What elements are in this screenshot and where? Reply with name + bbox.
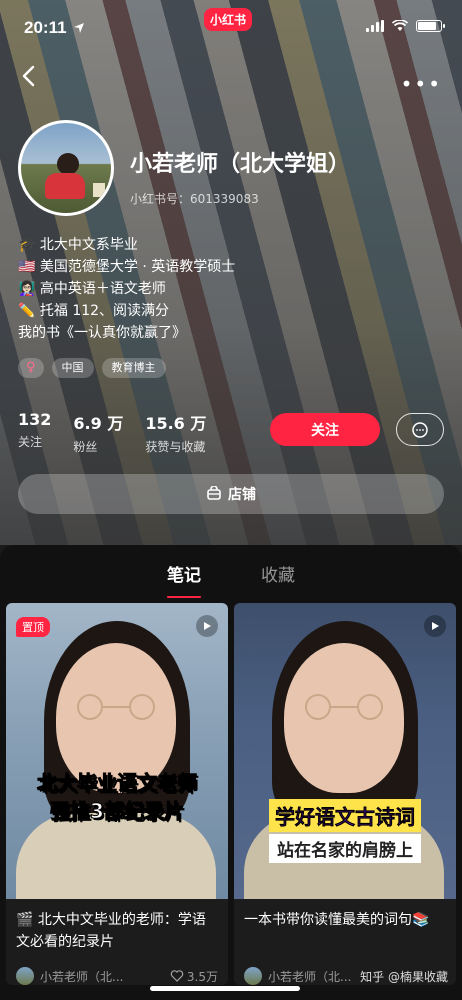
note-cover-image: 学好语文古诗词 站在名家的肩膀上 [234, 603, 456, 899]
tab-notes[interactable]: 笔记 [165, 561, 203, 598]
stat-following[interactable]: 132 关注 [18, 410, 51, 455]
battery-icon [416, 20, 445, 32]
chat-bubble-icon [412, 421, 428, 438]
pinned-badge: 置顶 [16, 617, 50, 637]
like-count[interactable]: 3.5万 [170, 968, 218, 985]
cover-caption-line: 北大毕业语文老师 [37, 771, 198, 796]
tab-bar: 笔记 收藏 [0, 545, 462, 601]
notes-panel: 笔记 收藏 北大毕业语文老师 强推3部纪录片 置顶 🎬 北大中文毕业的老师：学语… [0, 545, 462, 1000]
author-name: 小若老师（北... [40, 969, 124, 984]
note-card[interactable]: 学好语文古诗词 站在名家的肩膀上 一本书带你读懂最美的词句📚 小若老师（北... [234, 603, 456, 985]
stat-followers[interactable]: 6.9 万 粉丝 [73, 410, 123, 455]
red-id[interactable]: 小红书号：601339083 [130, 190, 259, 207]
bio-line: 🎓 北大中文系毕业 [18, 237, 138, 253]
note-cover-image: 北大毕业语文老师 强推3部纪录片 置顶 [6, 603, 228, 899]
category-tag: 教育博主 [101, 358, 166, 378]
status-time: 20:11 [24, 18, 67, 37]
avatar[interactable] [18, 120, 114, 216]
message-button[interactable] [396, 413, 444, 446]
profile-stats: 132 关注 6.9 万 粉丝 15.6 万 获赞与收藏 [18, 410, 206, 455]
cover-caption: 学好语文古诗词 站在名家的肩膀上 [238, 799, 452, 863]
note-title: 一本书带你读懂最美的词句📚 [244, 912, 430, 928]
stat-label: 粉丝 [73, 440, 98, 454]
author-avatar [244, 967, 262, 985]
stat-likes-collects[interactable]: 15.6 万 获赞与收藏 [145, 410, 206, 455]
app-badge: 小红书 [204, 8, 253, 31]
author-avatar [16, 967, 34, 985]
stat-label: 获赞与收藏 [145, 440, 206, 454]
more-options-icon[interactable]: ••• [401, 72, 442, 96]
video-play-icon [424, 615, 446, 637]
like-count-value: 3.5万 [186, 969, 218, 984]
note-card[interactable]: 北大毕业语文老师 强推3部纪录片 置顶 🎬 北大中文毕业的老师：学语文必看的纪录… [6, 603, 228, 985]
location-tag: 中国 [51, 358, 94, 378]
cover-caption-line: 强推3部纪录片 [50, 799, 185, 824]
shop-label: 店铺 [228, 487, 256, 503]
author-name: 小若老师（北... [268, 969, 352, 984]
bio-line: ✏️ 托福 112、阅读满分 [18, 303, 170, 319]
back-arrow-icon[interactable] [18, 64, 42, 88]
bio-line: 👩🏻‍🏫 高中英语＋语文老师 [18, 281, 166, 297]
location-arrow-icon [73, 23, 84, 33]
profile-bio: 🎓 北大中文系毕业 🇺🇸 美国范德堡大学 · 英语教学硕士 👩🏻‍🏫 高中英语＋… [18, 234, 235, 344]
stat-value: 15.6 万 [145, 414, 207, 433]
follow-button[interactable]: 关注 [270, 413, 380, 446]
gender-tag: ♀ [18, 358, 44, 378]
heart-icon [170, 970, 184, 982]
stat-label: 关注 [18, 435, 43, 449]
status-indicators [366, 20, 445, 32]
shop-button[interactable]: 店铺 [18, 474, 444, 514]
note-title: 🎬 北大中文毕业的老师：学语文必看的纪录片 [16, 912, 206, 950]
notes-grid: 北大毕业语文老师 强推3部纪录片 置顶 🎬 北大中文毕业的老师：学语文必看的纪录… [6, 603, 456, 985]
shop-icon [207, 486, 221, 500]
home-indicator[interactable] [150, 986, 300, 991]
stat-value: 132 [18, 410, 52, 429]
bio-line: 🇺🇸 美国范德堡大学 · 英语教学硕士 [18, 259, 236, 275]
cover-caption: 北大毕业语文老师 强推3部纪录片 [14, 769, 220, 825]
profile-tags: ♀ 中国 教育博主 [18, 358, 166, 378]
cover-caption-line: 学好语文古诗词 [269, 799, 421, 832]
note-meta: 小若老师（北... 3.5万 [6, 963, 228, 985]
tab-collections[interactable]: 收藏 [259, 561, 297, 586]
profile-nickname: 小若老师（北大学姐） [130, 152, 351, 177]
watermark: 知乎 @楠果收藏 [360, 970, 448, 984]
signal-icon [366, 20, 384, 32]
stat-value: 6.9 万 [73, 414, 124, 433]
wifi-icon [392, 20, 408, 31]
cover-caption-line: 站在名家的肩膀上 [269, 834, 421, 863]
bio-line[interactable]: 我的书《一认真你就赢了》 [18, 322, 235, 344]
video-play-icon [196, 615, 218, 637]
